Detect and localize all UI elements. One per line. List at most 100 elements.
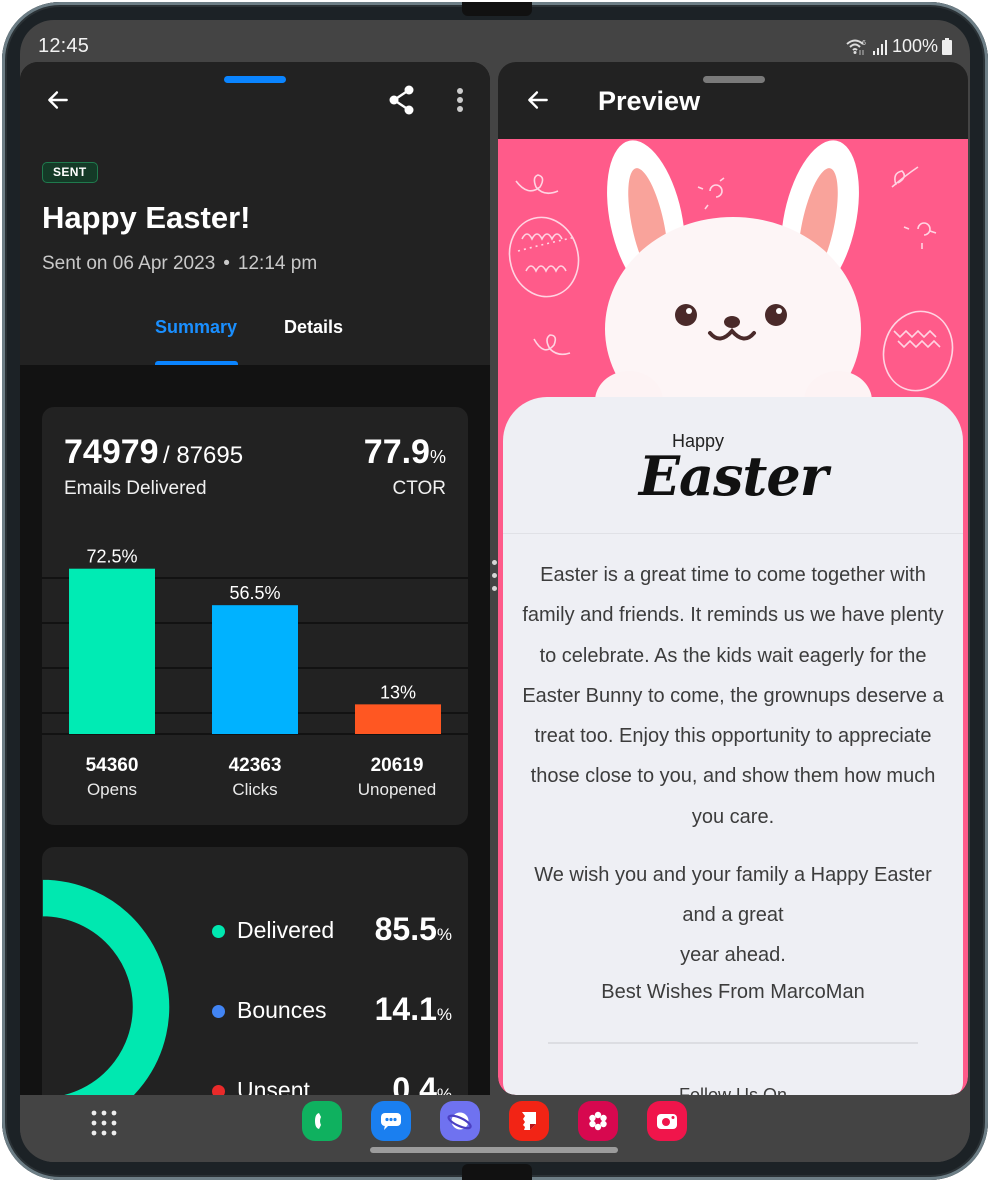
more-options-button[interactable] bbox=[440, 80, 480, 120]
bixby-app-icon[interactable] bbox=[578, 1101, 618, 1141]
wish-line-3: year ahead. bbox=[680, 944, 786, 966]
delivery-donut-chart bbox=[42, 847, 242, 1095]
donut-slice-delivered bbox=[42, 878, 171, 1095]
wish-line-1: We wish you and your family a Happy East… bbox=[534, 864, 932, 886]
unopened-count: 20619 bbox=[370, 755, 424, 776]
taskbar-dock bbox=[20, 1095, 970, 1162]
preview-title: Preview bbox=[598, 86, 701, 116]
camera-app-icon[interactable] bbox=[647, 1101, 687, 1141]
delivered-percent-unit: % bbox=[436, 925, 452, 944]
happy-easter-lettering: Happy Easter bbox=[503, 431, 963, 508]
apps-grid-icon bbox=[91, 1110, 117, 1136]
clicks-label: Clicks bbox=[232, 780, 278, 799]
engagement-card: 74979 / 87695 Emails Delivered 77.9% CTO… bbox=[42, 407, 468, 825]
signature-text: Best Wishes From MarcoMan bbox=[601, 981, 865, 1003]
greeting-divider bbox=[503, 533, 963, 534]
status-badge: SENT bbox=[42, 162, 98, 183]
engagement-bar-chart: 72.5% 56.5% 13% 54360 Opens 42363 Clicks 2… bbox=[42, 532, 468, 822]
bar-label-opens: 72.5% bbox=[86, 547, 137, 567]
legend-dot-unsent bbox=[212, 1085, 225, 1095]
legend-item-bounces: Bounces 14.1% bbox=[212, 991, 452, 1031]
bar-label-unopened: 13% bbox=[380, 682, 416, 702]
bunny bbox=[595, 140, 872, 441]
unsent-percent: 0.4 bbox=[392, 1071, 437, 1095]
email-preview-pane: Preview Happy Easter Easter is a great t… bbox=[498, 62, 968, 1095]
status-time: 12:45 bbox=[38, 35, 90, 57]
share-button[interactable] bbox=[382, 80, 422, 120]
arrow-left-icon bbox=[48, 91, 68, 109]
wish-line-2: and a great bbox=[682, 904, 784, 926]
tab-details[interactable]: Details bbox=[284, 317, 343, 338]
back-button[interactable] bbox=[38, 80, 78, 120]
tab-summary[interactable]: Summary bbox=[155, 317, 237, 338]
share-icon bbox=[389, 85, 414, 115]
emails-delivered-label: Emails Delivered bbox=[64, 478, 207, 499]
unsent-percent-unit: % bbox=[436, 1085, 452, 1095]
bar-opens bbox=[69, 568, 155, 734]
arrow-left-icon bbox=[528, 91, 548, 109]
email-wish-text: We wish you and your family a Happy East… bbox=[517, 855, 949, 935]
delivered-value: 74979 bbox=[64, 433, 159, 471]
screen: 12:45 6 100% SENT Happy Easter! Sent on … bbox=[20, 20, 970, 1162]
email-signature: year ahead. Best Wishes From MarcoMan bbox=[517, 944, 949, 1004]
apps-drawer-button[interactable] bbox=[90, 1109, 118, 1137]
legend-label-delivered: Delivered bbox=[237, 917, 335, 943]
hinge-bottom bbox=[462, 1164, 532, 1180]
sent-date: Sent on 06 Apr 2023 bbox=[42, 253, 216, 274]
report-header: SENT Happy Easter! Sent on 06 Apr 2023 • 1… bbox=[20, 62, 490, 365]
preview-back-button[interactable] bbox=[518, 80, 558, 120]
bounces-percent: 14.1 bbox=[374, 991, 437, 1027]
battery-icon bbox=[942, 38, 952, 55]
pane-drag-handle[interactable] bbox=[224, 76, 286, 83]
emails-delivered-count: 74979 / 87695 bbox=[64, 433, 243, 472]
sent-time: 12:14 pm bbox=[237, 253, 318, 274]
clicks-count: 42363 bbox=[228, 755, 282, 776]
legend-item-delivered: Delivered 85.5% bbox=[212, 911, 452, 951]
notes-app-icon[interactable] bbox=[509, 1101, 549, 1141]
campaign-report-pane: SENT Happy Easter! Sent on 06 Apr 2023 • 1… bbox=[20, 62, 490, 1095]
delivered-percent: 85.5 bbox=[374, 911, 437, 947]
legend-label-bounces: Bounces bbox=[237, 997, 327, 1023]
status-bar: 12:45 6 100% bbox=[20, 20, 970, 64]
campaign-title: Happy Easter! bbox=[42, 200, 251, 235]
greeting-easter: Easter bbox=[638, 444, 828, 508]
sent-timestamp: Sent on 06 Apr 2023 • 12:14 pm bbox=[42, 253, 317, 275]
legend-label-unsent: Unsent bbox=[237, 1077, 310, 1095]
ctor-value: 77.9 bbox=[363, 433, 430, 471]
follow-us-label: Follow Us On bbox=[678, 1085, 788, 1095]
delivery-status-card: Delivered 85.5% Bounces 14.1% Unsent 0.4… bbox=[42, 847, 468, 1095]
report-tabs: Summary Details bbox=[20, 317, 490, 365]
legend-value-bounces: 14.1% bbox=[375, 991, 452, 1028]
home-gesture-bar[interactable] bbox=[370, 1147, 618, 1153]
bounces-percent-unit: % bbox=[436, 1005, 452, 1024]
bar-unopened bbox=[355, 704, 441, 734]
email-content-card: Happy Easter Easter is a great time to c… bbox=[503, 397, 963, 1095]
internet-app-icon[interactable] bbox=[440, 1101, 480, 1141]
bar-footer-clicks: 42363 Clicks bbox=[195, 755, 315, 800]
battery-percent: 100% bbox=[891, 36, 938, 56]
bar-label-clicks: 56.5% bbox=[229, 583, 280, 603]
meta-separator: • bbox=[223, 253, 230, 274]
bar-footer-unopened: 20619 Unopened bbox=[337, 755, 457, 800]
opens-label: Opens bbox=[86, 780, 138, 799]
more-vertical-icon bbox=[457, 88, 463, 112]
svg-text:6: 6 bbox=[862, 40, 866, 47]
signal-icon bbox=[872, 39, 888, 55]
pane-drag-handle[interactable] bbox=[703, 76, 765, 83]
hinge-top bbox=[462, 2, 532, 16]
messages-app-icon[interactable] bbox=[371, 1101, 411, 1141]
ctor-unit: % bbox=[429, 447, 446, 467]
email-preview[interactable]: Happy Easter Easter is a great time to c… bbox=[498, 139, 968, 1095]
bar-footer-opens: 54360 Opens bbox=[52, 755, 172, 800]
opens-count: 54360 bbox=[85, 755, 139, 776]
legend-value-delivered: 85.5% bbox=[375, 911, 452, 948]
unopened-label: Unopened bbox=[357, 780, 437, 799]
legend-item-unsent: Unsent 0.4% bbox=[212, 1071, 452, 1095]
bar-chart-svg: 72.5% 56.5% 13% bbox=[42, 547, 468, 735]
footer-divider bbox=[548, 1042, 918, 1044]
ctor-metric: 77.9% bbox=[364, 433, 446, 472]
phone-app-icon[interactable] bbox=[302, 1101, 342, 1141]
email-body-text: Easter is a great time to come together … bbox=[522, 564, 944, 828]
bar-clicks bbox=[212, 605, 298, 734]
total-value: / 87695 bbox=[163, 442, 244, 469]
